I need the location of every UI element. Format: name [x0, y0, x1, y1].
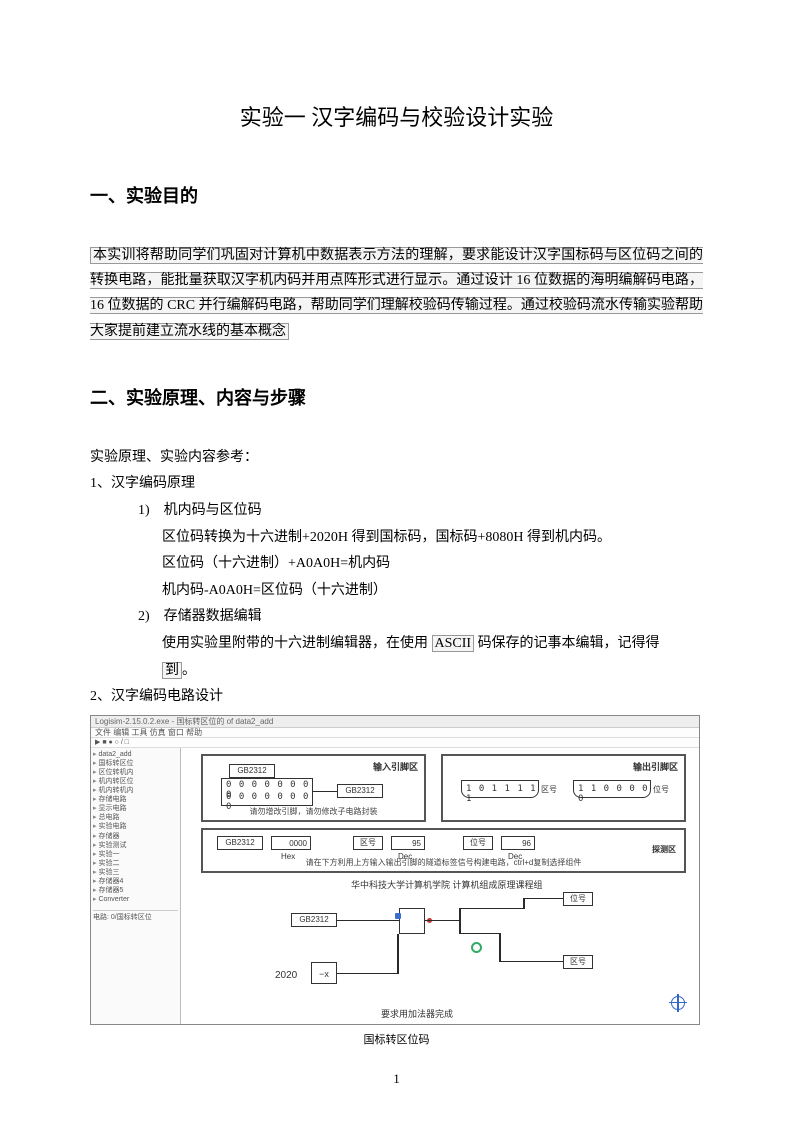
- sb-item: Converter: [93, 895, 178, 904]
- intro-line: 实验原理、实验内容参考：: [90, 445, 703, 472]
- qu-pins-box: 1 0 1 1 1 1 1: [461, 780, 539, 798]
- output-panel-title: 输出引脚区: [633, 760, 678, 773]
- wire: [397, 934, 399, 974]
- wire: [313, 791, 337, 793]
- section2-content: 实验原理、实验内容参考： 1、汉字编码原理 1) 机内码与区位码 区位码转换为十…: [90, 445, 703, 711]
- highlighted-paragraph: 本实训将帮助同学们巩固对计算机中数据表示方法的理解，要求能设计汉字国标码与区位码…: [90, 247, 703, 340]
- ascii-highlight: ASCII: [432, 635, 475, 652]
- sb-item: 存储器: [93, 832, 178, 841]
- adder-block: [399, 908, 425, 934]
- wire: [523, 898, 525, 909]
- canvas: 输入引脚区 GB2312 0 0 0 0 0 0 0 0 0 0 0 0 0 0…: [181, 748, 699, 1024]
- app-toolbar: ▶ ■ ● ○ / □: [91, 738, 699, 748]
- output-panel: 输出引脚区 1 0 1 1 1 1 1 区号 1 1 0 0 0 0 0 位号: [441, 754, 686, 822]
- probe-hex-val: 0000: [271, 836, 311, 850]
- document-title: 实验一 汉字编码与校验设计实验: [90, 100, 703, 132]
- qu-label: 区号: [541, 784, 557, 795]
- sb-item: 实验测试: [93, 841, 178, 850]
- item1-1-b: 区位码（十六进制）+A0A0H=机内码: [162, 551, 703, 578]
- sb-item: 实验一: [93, 850, 178, 859]
- qu-pins: 1 0 1 1 1 1 1: [466, 784, 538, 804]
- item1-2-b-post: 。: [182, 663, 196, 678]
- sb-item: data2_add: [93, 750, 178, 759]
- item1: 1、汉字编码原理: [90, 471, 703, 498]
- item1-1-a: 区位码转换为十六进制+2020H 得到国标码，国标码+8080H 得到机内码。: [162, 525, 703, 552]
- input-panel-note: 请勿增改引脚，请勿修改子电路封装: [203, 806, 424, 817]
- app-titlebar: Logisim-2.15.0.2.exe - 国标转区位的 of data2_a…: [91, 716, 699, 728]
- app-menubar: 文件 编辑 工具 仿真 窗口 帮助: [91, 728, 699, 738]
- gb2312-tunnel: GB2312: [337, 784, 383, 798]
- wire: [459, 908, 523, 910]
- item1-2-b: 到。: [162, 658, 703, 685]
- const-2020: 2020: [275, 970, 297, 981]
- probe-panel: GB2312 0000 Hex 区号 95 Dec 位号 96 Dec 探测区 …: [201, 828, 686, 873]
- probe-right-label: 探测区: [652, 844, 676, 855]
- item1-2-a-pre: 使用实验里附带的十六进制编辑器，在使用: [162, 636, 432, 651]
- page-number: 1: [0, 1071, 793, 1087]
- probe-gb-label: GB2312: [217, 836, 263, 850]
- item1-1: 1) 机内码与区位码: [138, 498, 703, 525]
- green-circle-icon: [471, 942, 482, 953]
- sb-item: 存储器4: [93, 877, 178, 886]
- sb-item: 机内转机内: [93, 786, 178, 795]
- item1-2: 2) 存储器数据编辑: [138, 604, 703, 631]
- sb-item: 总电路: [93, 813, 178, 822]
- crosshair-icon: [671, 996, 685, 1010]
- lower-qu-tunnel: 区号: [563, 955, 593, 969]
- sidebar: data2_add 国标转区位 区位转机内 机内转区位 机内转机内 存储电路 显…: [91, 748, 181, 1024]
- wire: [523, 898, 563, 900]
- wei-pins: 1 1 0 0 0 0 0: [578, 784, 650, 804]
- lower-gb-tunnel: GB2312: [291, 913, 337, 927]
- circuit-diagram: Logisim-2.15.0.2.exe - 国标转区位的 of data2_a…: [90, 715, 700, 1025]
- probe-note: 请在下方利用上方输入输出引脚的隧道标签信号构建电路，ctrl+d复制选择组件: [203, 857, 684, 868]
- mid-text: 华中科技大学计算机学院 计算机组成原理课程组: [351, 878, 543, 891]
- sb-item: 国标转区位: [93, 759, 178, 768]
- wire: [459, 908, 461, 934]
- probe-wei-lbl: 位号: [463, 836, 493, 850]
- section1-paragraph: 本实训将帮助同学们巩固对计算机中数据表示方法的理解，要求能设计汉字国标码与区位码…: [90, 243, 703, 344]
- wire: [459, 933, 499, 935]
- lower-wei-tunnel: 位号: [563, 892, 593, 906]
- sb-item: 显示电路: [93, 804, 178, 813]
- probe-qu-lbl: 区号: [353, 836, 383, 850]
- figure-caption: 国标转区位码: [90, 1031, 703, 1047]
- gb2312-label: GB2312: [229, 764, 275, 778]
- sb-item: 机内转区位: [93, 777, 178, 786]
- negator-block: −x: [311, 962, 337, 984]
- wei-pins-box: 1 1 0 0 0 0 0: [573, 780, 651, 798]
- sb-item: 实验三: [93, 868, 178, 877]
- wire: [499, 961, 563, 963]
- wire: [425, 920, 459, 922]
- bottom-text: 要求用加法器完成: [381, 1007, 453, 1020]
- section2-heading: 二、实验原理、内容与步骤: [90, 384, 703, 410]
- sidebar-footer: 电路: 0/国标转区位: [93, 910, 178, 922]
- node-icon: [395, 913, 401, 919]
- dao-highlight: 到: [162, 662, 182, 679]
- sb-item: 存储器5: [93, 886, 178, 895]
- input-panel: 输入引脚区 GB2312 0 0 0 0 0 0 0 0 0 0 0 0 0 0…: [201, 754, 426, 822]
- sb-item: 实验二: [93, 859, 178, 868]
- item2: 2、汉字编码电路设计: [90, 684, 703, 711]
- sb-item: 区位转机内: [93, 768, 178, 777]
- wire: [337, 920, 399, 922]
- input-pins-box: 0 0 0 0 0 0 0 0 0 0 0 0 0 0 0 0: [221, 778, 313, 806]
- wei-label: 位号: [653, 784, 669, 795]
- wire: [499, 933, 501, 961]
- probe-wei-val: 96: [501, 836, 535, 850]
- item1-1-c: 机内码-A0A0H=区位码（十六进制）: [162, 578, 703, 605]
- item1-2-a-post: 码保存的记事本编辑，记得得: [474, 636, 660, 651]
- sb-item: 存储电路: [93, 795, 178, 804]
- wire: [337, 973, 397, 975]
- item1-2-a: 使用实验里附带的十六进制编辑器，在使用 ASCII 码保存的记事本编辑，记得得: [162, 631, 703, 658]
- sb-item: 实验电路: [93, 822, 178, 831]
- input-panel-title: 输入引脚区: [373, 760, 418, 773]
- probe-qu-val: 95: [391, 836, 425, 850]
- section1-heading: 一、实验目的: [90, 182, 703, 208]
